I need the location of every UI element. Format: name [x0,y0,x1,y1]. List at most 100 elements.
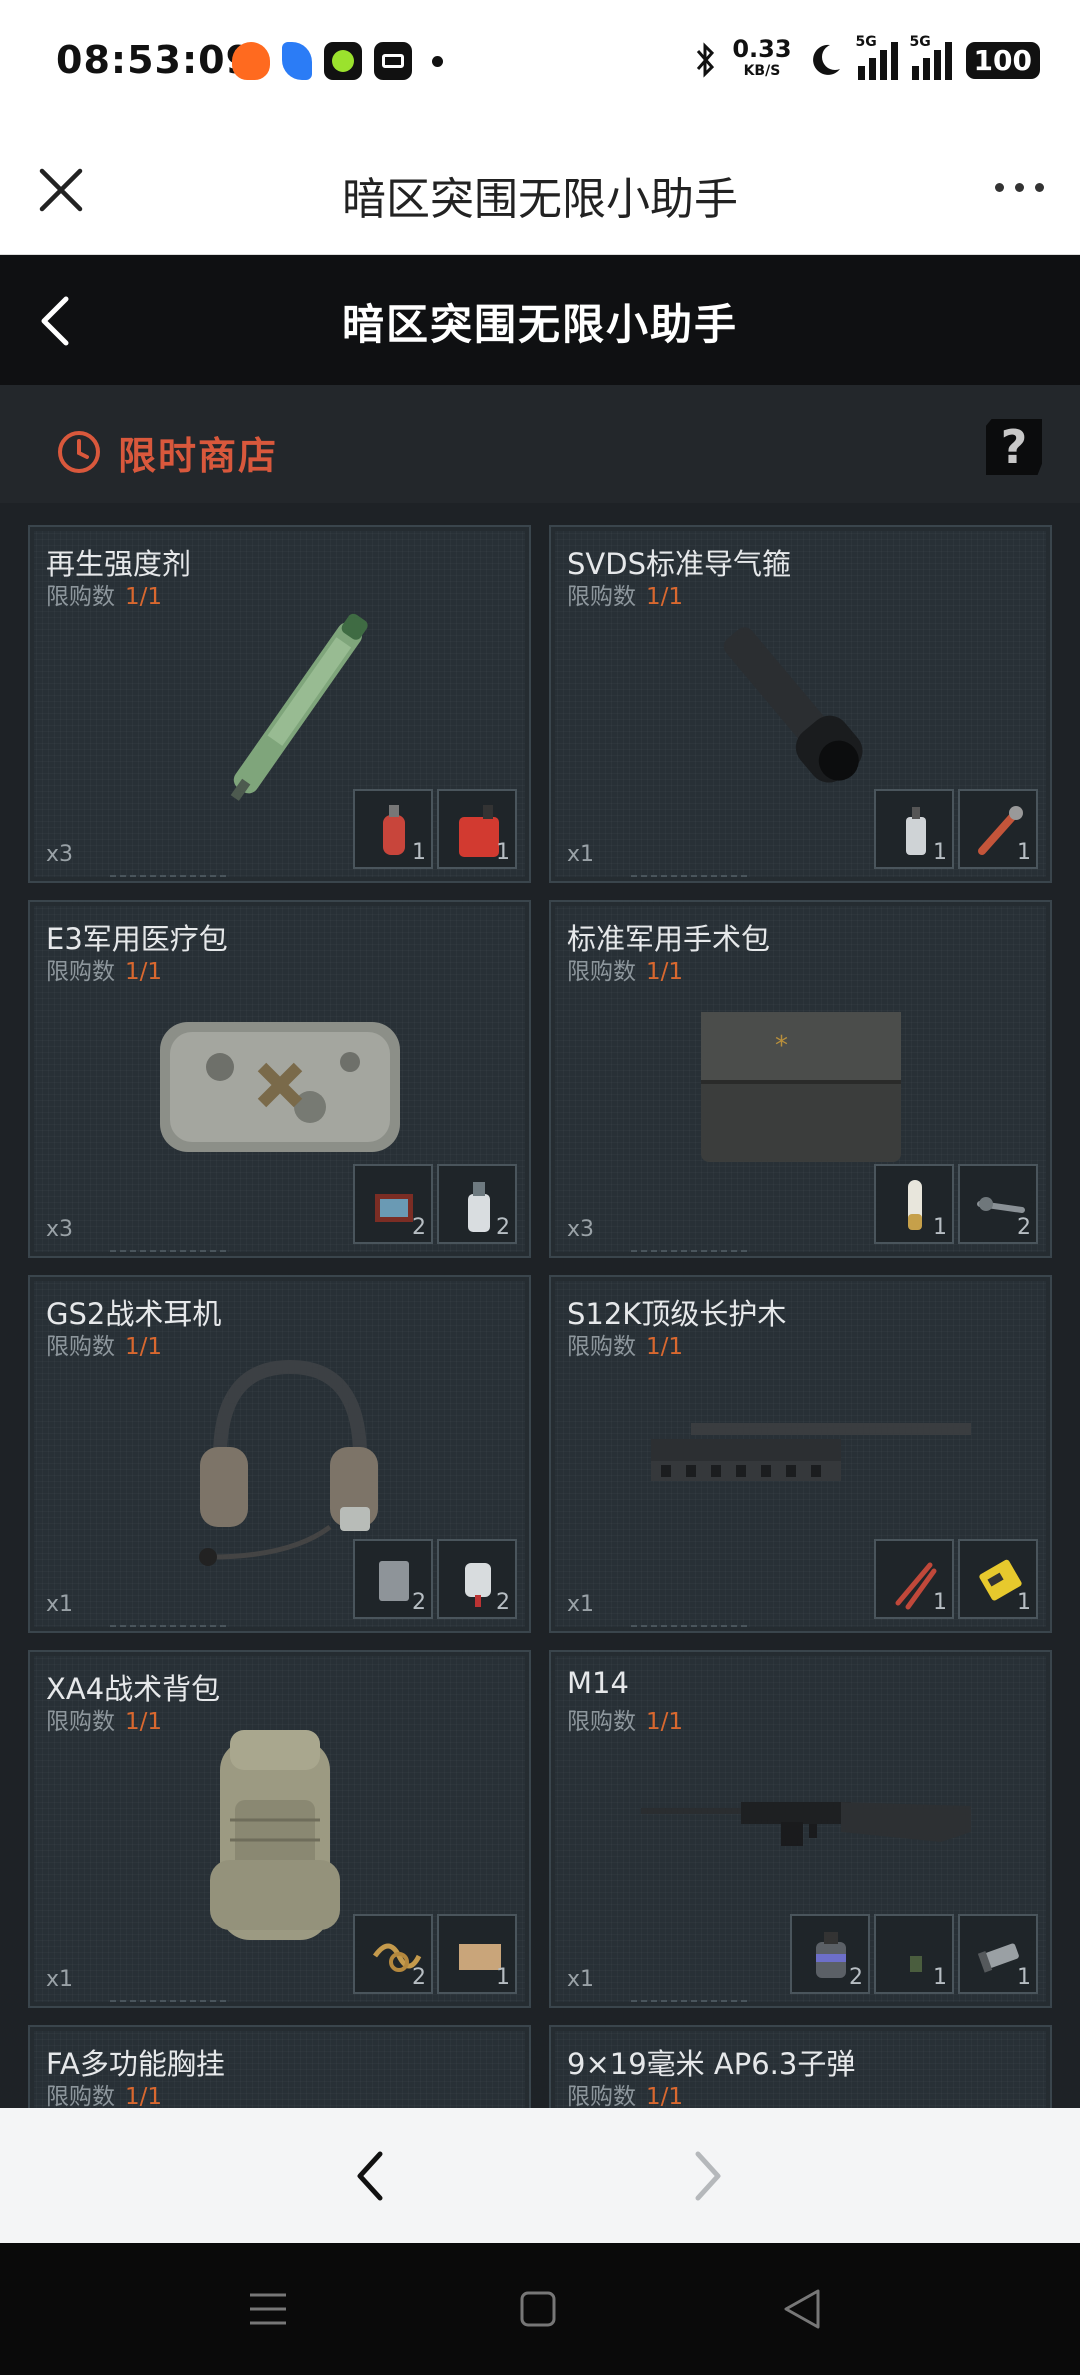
nav-back-icon[interactable] [352,2148,388,2204]
item-limit: 限购数 1/1 [46,1327,162,1361]
item-quantity: x1 [567,842,595,867]
home-icon[interactable] [518,2287,558,2331]
material-slot[interactable]: 1 [958,1539,1038,1619]
item-quantity: x1 [567,1967,595,1992]
material-slot[interactable]: 1 [874,789,954,869]
webview-title-bar: 暗区突围无限小助手 [0,125,1080,255]
limit-value: 1/1 [125,1334,163,1360]
status-bar: 08:53:09 0.33 KB/S 5G 5G 100 [0,0,1080,125]
material-count: 2 [1017,1215,1031,1240]
nav-forward-icon[interactable] [690,2148,726,2204]
required-materials: 1 1 [874,789,1038,869]
required-materials: 1 1 [874,1539,1038,1619]
shop-item-card[interactable]: 标准军用手术包 限购数 1/1 * 1 2 x3 [549,900,1052,1258]
network-speed: 0.33 KB/S [732,37,791,82]
required-materials: 1 1 [353,789,517,869]
notification-icons [232,42,443,80]
backpack-item-image [210,1730,340,1940]
material-slot[interactable]: 2 [437,1164,517,1244]
material-slot[interactable]: 2 [437,1539,517,1619]
required-materials: 1 2 [874,1164,1038,1244]
limit-value: 1/1 [125,959,163,985]
material-slot[interactable]: 2 [353,1164,433,1244]
material-slot[interactable]: 2 [958,1164,1038,1244]
system-navigation-bar [0,2243,1080,2375]
material-count: 1 [412,840,426,865]
moon-icon [812,44,840,75]
feather-app-icon [282,42,312,80]
material-count: 1 [496,1965,510,1990]
material-count: 1 [933,1215,947,1240]
material-slot[interactable]: 1 [437,1914,517,1994]
material-slot[interactable]: 2 [353,1539,433,1619]
signal-1-label: 5G [855,34,877,50]
material-slot[interactable]: 2 [353,1914,433,1994]
limit-label: 限购数 [46,959,115,985]
material-count: 2 [496,1215,510,1240]
material-slot[interactable]: 1 [958,789,1038,869]
material-slot[interactable]: 1 [437,789,517,869]
medkit-item-image [160,1022,400,1152]
help-button[interactable]: ? [986,419,1042,475]
material-count: 1 [933,840,947,865]
shop-item-card[interactable]: 9×19毫米 AP6.3子弹 限购数 1/1 [549,2025,1052,2108]
system-back-icon[interactable] [780,2285,824,2333]
shop-item-list[interactable]: 再生强度剂 限购数 1/1 1 1 x3 SVDS标准导气箍 限购数 1/1 1 1… [0,503,1080,2108]
browser-nav-bar [0,2108,1080,2243]
material-count: 1 [1017,840,1031,865]
rifle-item-image [641,1802,971,1846]
item-limit: 限购数 1/1 [46,1702,162,1736]
limit-value: 1/1 [646,584,684,610]
material-count: 1 [496,840,510,865]
item-limit: 限购数 1/1 [567,577,683,611]
required-materials: 2 2 [353,1164,517,1244]
clock-icon [58,431,100,473]
bluetooth-icon [697,42,715,78]
limit-label: 限购数 [567,1334,636,1360]
limited-shop-header: 限时商店 ? [0,385,1080,503]
material-slot[interactable]: 1 [874,1539,954,1619]
material-count: 2 [849,1965,863,1990]
signal-icon-2: 5G [910,34,952,80]
material-slot[interactable]: 1 [353,789,433,869]
material-slot[interactable]: 2 [790,1914,870,1994]
signal-2-label: 5G [909,34,931,50]
network-speed-unit: KB/S [743,63,781,79]
material-slot[interactable]: 1 [958,1914,1038,1994]
material-count: 2 [412,1215,426,1240]
shop-item-card[interactable]: E3军用医疗包 限购数 1/1 2 2 x3 [28,900,531,1258]
item-limit: 限购数 1/1 [567,1327,683,1361]
item-limit: 限购数 1/1 [567,952,683,986]
limit-value: 1/1 [125,584,163,610]
status-time: 08:53:09 [56,38,254,82]
taobao-app-icon [232,42,270,80]
shop-item-card[interactable]: 再生强度剂 限购数 1/1 1 1 x3 [28,525,531,883]
limit-label: 限购数 [46,2084,115,2108]
material-count: 2 [496,1590,510,1615]
webview-title: 暗区突围无限小助手 [342,174,738,225]
limit-value: 1/1 [125,2084,163,2108]
handguard-item-image [651,1423,971,1481]
headset-item-image [199,1359,378,1566]
shop-item-card[interactable]: M14 限购数 1/1 2 1 1 x1 [549,1650,1052,2008]
recent-apps-icon[interactable] [246,2287,290,2331]
gas-block-item-image [723,627,863,783]
green-app-icon [324,42,362,80]
material-slot[interactable]: 1 [874,1914,954,1994]
shop-item-card[interactable]: SVDS标准导气箍 限购数 1/1 1 1 x1 [549,525,1052,883]
material-count: 1 [1017,1965,1031,1990]
more-options-icon[interactable] [995,183,1044,192]
battery-indicator: 100 [965,41,1040,79]
item-limit: 限购数 1/1 [46,952,162,986]
item-quantity: x1 [46,1592,74,1617]
shop-item-card[interactable]: XA4战术背包 限购数 1/1 2 1 x1 [28,1650,531,2008]
limit-label: 限购数 [46,1334,115,1360]
shop-item-card[interactable]: S12K顶级长护木 限购数 1/1 1 1 x1 [549,1275,1052,1633]
svg-text:*: * [775,1031,788,1061]
app-header: 暗区突围无限小助手 [0,255,1080,385]
shop-item-card[interactable]: GS2战术耳机 限购数 1/1 2 2 x1 [28,1275,531,1633]
more-notifications-icon [432,55,443,67]
limit-value: 1/1 [646,959,684,985]
shop-item-card[interactable]: FA多功能胸挂 限购数 1/1 [28,2025,531,2108]
material-slot[interactable]: 1 [874,1164,954,1244]
